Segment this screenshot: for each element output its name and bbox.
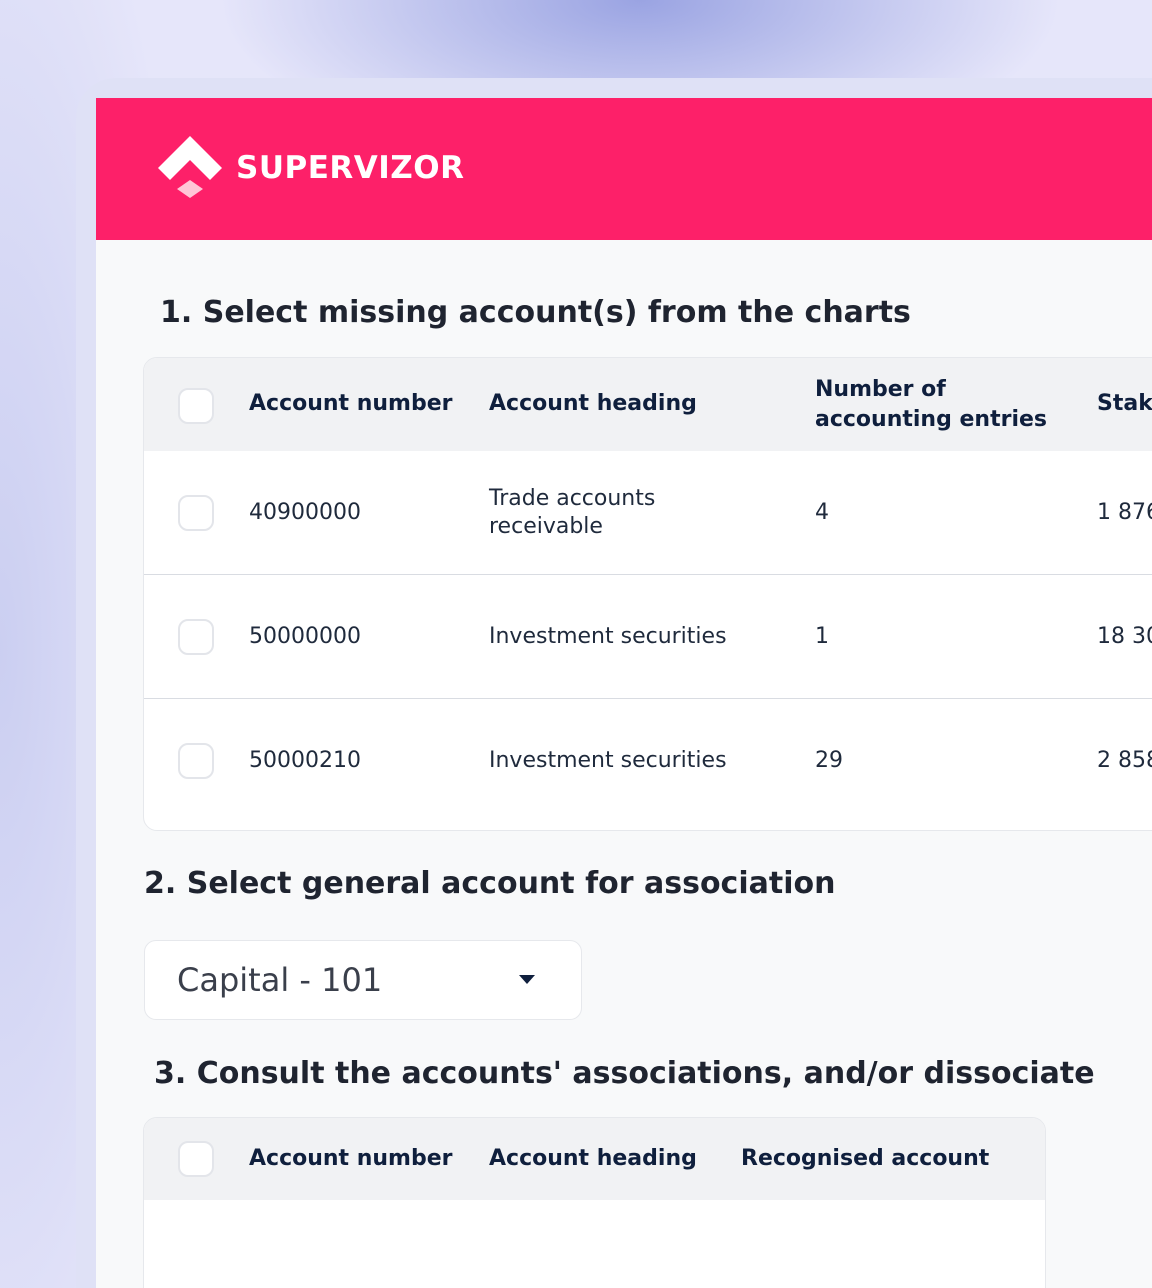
column-stake[interactable]: Stak — [1097, 389, 1152, 419]
section-3-title: 3. Consult the accounts' associations, a… — [154, 1056, 1095, 1091]
table-row[interactable]: 40900000 Trade accounts receivable 4 1 8… — [144, 451, 1152, 575]
entries-cell: 29 — [815, 748, 843, 773]
column-account-number[interactable]: Account number — [249, 1144, 453, 1174]
column-recognised-account[interactable]: Recognised account — [741, 1144, 989, 1174]
row-checkbox[interactable] — [178, 619, 214, 655]
select-all-checkbox[interactable] — [178, 1141, 214, 1177]
account-heading-cell: Investment securities — [489, 624, 727, 649]
stake-cell: 18 30 — [1097, 624, 1152, 649]
app-window: SUPERVIZOR 1. Select missing account(s) … — [96, 98, 1152, 1288]
table-row[interactable]: 50000210 Investment securities 29 2 858 — [144, 699, 1152, 823]
section-2-title: 2. Select general account for associatio… — [144, 866, 836, 901]
account-heading-cell: Trade accounts receivable — [489, 486, 656, 539]
missing-accounts-table: Account number Account heading Number of… — [143, 357, 1152, 831]
column-account-number[interactable]: Account number — [249, 389, 453, 419]
column-accounting-entries[interactable]: Number of accounting entries — [815, 375, 1065, 435]
account-number-cell: 50000210 — [249, 748, 361, 773]
select-value: Capital - 101 — [177, 961, 383, 999]
column-account-heading[interactable]: Account heading — [489, 389, 697, 419]
table-header: Account number Account heading Number of… — [144, 358, 1152, 451]
stake-cell: 2 858 — [1097, 748, 1152, 773]
table-header: Account number Account heading Recognise… — [144, 1118, 1045, 1200]
general-account-select[interactable]: Capital - 101 — [144, 940, 582, 1020]
associations-table: Account number Account heading Recognise… — [143, 1117, 1046, 1288]
caret-down-icon[interactable] — [519, 975, 535, 984]
row-checkbox[interactable] — [178, 495, 214, 531]
brand-name[interactable]: SUPERVIZOR — [236, 150, 465, 186]
app-header: SUPERVIZOR — [96, 98, 1152, 240]
account-number-cell: 50000000 — [249, 624, 361, 649]
account-number-cell: 40900000 — [249, 500, 361, 525]
stake-cell: 1 876 — [1097, 500, 1152, 525]
row-checkbox[interactable] — [178, 743, 214, 779]
entries-cell: 4 — [815, 500, 829, 525]
section-1-title: 1. Select missing account(s) from the ch… — [160, 295, 911, 330]
supervizor-logo-icon — [158, 136, 222, 198]
account-heading-cell: Investment securities — [489, 748, 727, 773]
table-row[interactable]: 50000000 Investment securities 1 18 30 — [144, 575, 1152, 699]
select-all-checkbox[interactable] — [178, 388, 214, 424]
entries-cell: 1 — [815, 624, 829, 649]
column-account-heading[interactable]: Account heading — [489, 1144, 697, 1174]
